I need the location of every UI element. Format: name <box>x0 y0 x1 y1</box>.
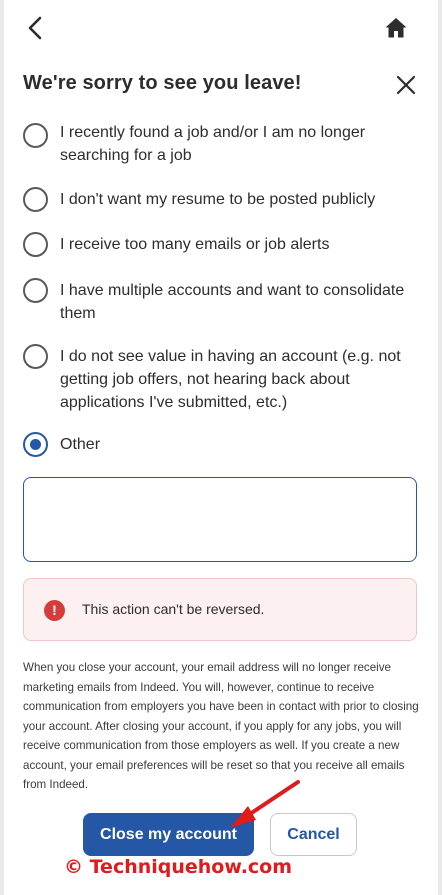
other-reason-input[interactable] <box>23 477 417 562</box>
watermark-text: © Techniquehow.com <box>64 856 293 878</box>
reason-option-label: I receive too many emails or job alerts <box>60 236 330 253</box>
reason-option-label: Other <box>60 436 101 453</box>
reason-option-found-job[interactable]: I recently found a job and/or I am no lo… <box>4 120 438 170</box>
account-closure-info: When you close your account, your email … <box>23 661 419 791</box>
dialog-title: We're sorry to see you leave! <box>23 72 302 94</box>
cancel-button[interactable]: Cancel <box>270 813 357 856</box>
top-navigation-bar <box>4 0 438 60</box>
dialog-header: We're sorry to see you leave! <box>4 60 438 110</box>
reason-option-label: I don't want my resume to be posted publ… <box>60 191 376 208</box>
close-account-button[interactable]: Close my account <box>83 813 254 856</box>
back-arrow-icon[interactable] <box>22 14 50 42</box>
close-icon[interactable] <box>394 73 418 97</box>
radio-button[interactable] <box>23 187 48 212</box>
reason-option-label: I have multiple accounts and want to con… <box>60 282 405 322</box>
warning-alert: ! This action can't be reversed. <box>23 578 417 641</box>
reason-option-too-many-emails[interactable]: I receive too many emails or job alerts <box>4 232 438 260</box>
reason-option-other[interactable]: Other <box>4 432 438 460</box>
exclamation-circle-icon: ! <box>44 600 65 621</box>
alert-message: This action can't be reversed. <box>82 601 265 617</box>
radio-button[interactable] <box>23 278 48 303</box>
radio-button[interactable] <box>23 123 48 148</box>
radio-button[interactable] <box>23 232 48 257</box>
reason-option-multiple-accounts[interactable]: I have multiple accounts and want to con… <box>4 278 438 328</box>
radio-button-selected[interactable] <box>23 432 48 457</box>
home-icon[interactable] <box>384 16 408 40</box>
close-account-screen: We're sorry to see you leave! I recently… <box>4 0 438 895</box>
radio-button[interactable] <box>23 344 48 369</box>
reason-option-label: I do not see value in having an account … <box>60 348 401 411</box>
reason-option-no-value[interactable]: I do not see value in having an account … <box>4 344 438 416</box>
reason-option-label: I recently found a job and/or I am no lo… <box>60 124 366 164</box>
reason-option-resume-public[interactable]: I don't want my resume to be posted publ… <box>4 187 438 215</box>
